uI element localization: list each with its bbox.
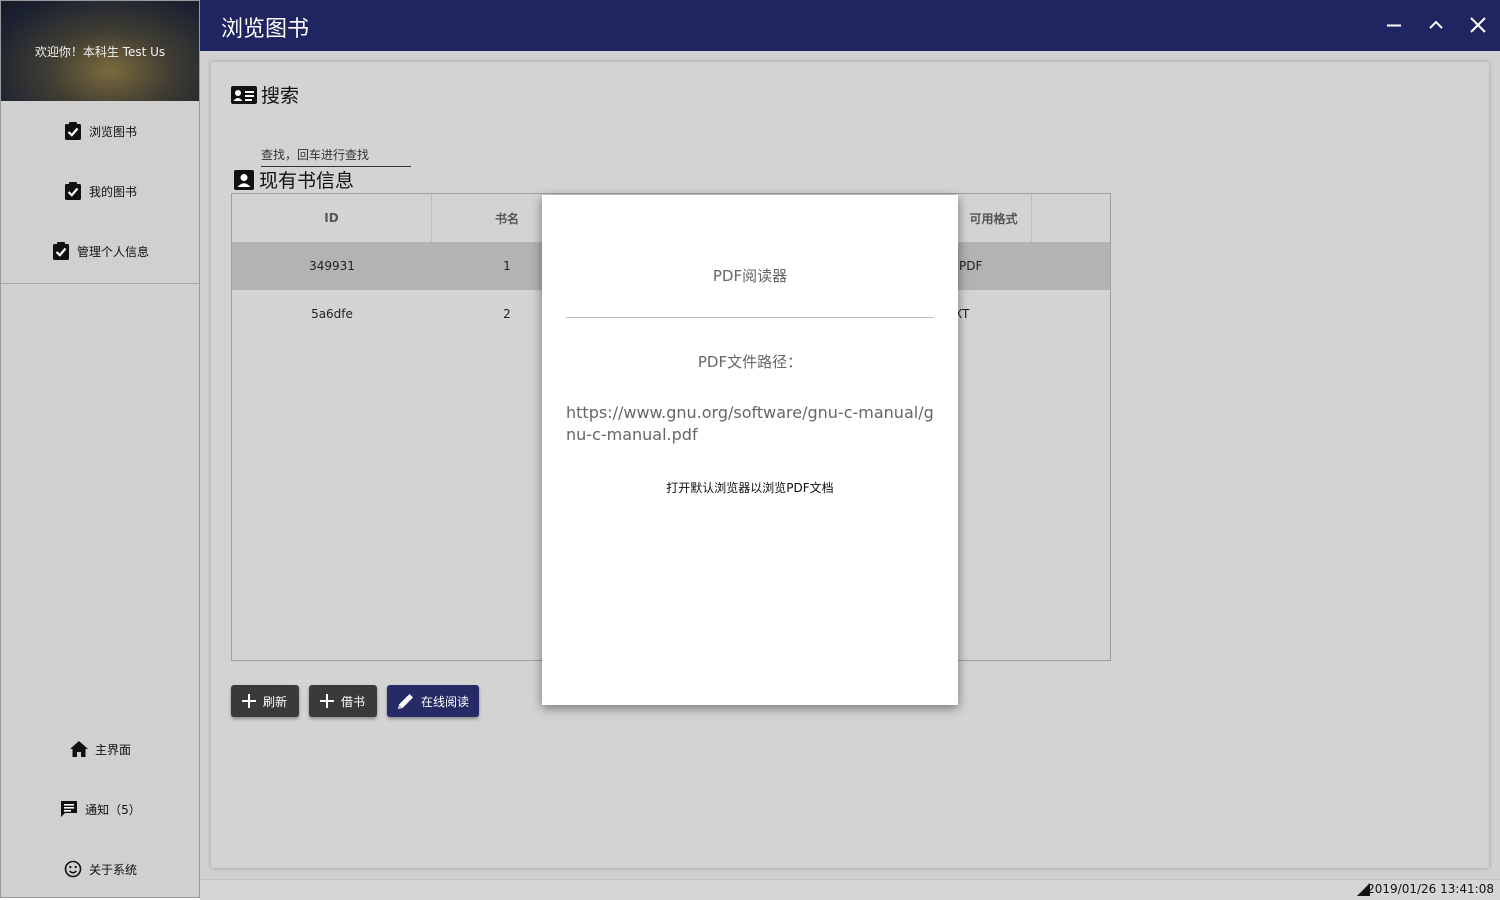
cell-id: 349931 xyxy=(309,259,355,273)
cell-format: PDF xyxy=(959,259,983,273)
minimize-icon xyxy=(1387,24,1401,27)
column-header-id[interactable]: ID xyxy=(232,194,432,242)
status-datetime: 2019/01/26 13:41:08 xyxy=(1367,882,1494,896)
close-button[interactable] xyxy=(1465,12,1491,38)
refresh-button-label: 刷新 xyxy=(263,694,288,709)
dialog-title: PDF阅读器 xyxy=(712,267,788,285)
pencil-icon xyxy=(398,694,413,709)
column-header-format[interactable]: 可用格式 xyxy=(956,194,1032,242)
status-bar: 2019/01/26 13:41:08 xyxy=(200,879,1500,900)
window-title: 浏览图书 xyxy=(221,17,310,42)
books-heading: 现有书信息 xyxy=(233,166,354,193)
id-card-icon xyxy=(231,85,257,104)
minimize-button[interactable] xyxy=(1381,12,1407,38)
message-icon xyxy=(59,799,79,819)
clipboard-check-icon xyxy=(63,121,83,141)
cell-id: 5a6dfe xyxy=(311,307,353,321)
open-in-browser-link[interactable]: 打开默认浏览器以浏览PDF文档 xyxy=(542,479,958,496)
plus-icon xyxy=(242,694,256,708)
nav-label-browse-books: 浏览图书 xyxy=(88,124,137,139)
nav-item-notifications[interactable]: 通知（5） xyxy=(1,793,199,825)
nav-item-manage-profile[interactable]: 管理个人信息 xyxy=(1,235,199,267)
close-icon xyxy=(1470,17,1486,33)
home-icon xyxy=(69,739,89,759)
borrow-button[interactable]: 借书 xyxy=(309,685,377,717)
read-online-button[interactable]: 在线阅读 xyxy=(387,685,479,717)
pdf-path-label: PDF文件路径： xyxy=(697,353,803,371)
contact-card-icon xyxy=(234,169,254,190)
dialog-divider xyxy=(566,317,934,318)
sidebar: 欢迎你！本科生 Test Us 浏览图书 我的图书 管理个人信息 主界面 通知（… xyxy=(0,0,201,898)
plus-icon xyxy=(320,694,334,708)
search-heading-label: 搜索 xyxy=(261,85,300,107)
books-heading-label: 现有书信息 xyxy=(259,170,355,192)
search-input[interactable] xyxy=(261,146,411,164)
cell-format: XT xyxy=(954,307,970,321)
maximize-button[interactable] xyxy=(1423,12,1449,38)
borrow-button-label: 借书 xyxy=(341,694,366,709)
search-heading: 搜索 xyxy=(231,81,299,108)
nav-item-my-books[interactable]: 我的图书 xyxy=(1,175,199,207)
smiley-icon xyxy=(63,859,83,879)
pdf-reader-dialog: PDF阅读器 PDF文件路径： https://www.gnu.org/soft… xyxy=(542,195,958,705)
pdf-path-value: https://www.gnu.org/software/gnu-c-manua… xyxy=(566,403,934,444)
search-field[interactable] xyxy=(261,144,411,167)
nav-item-browse-books[interactable]: 浏览图书 xyxy=(1,115,199,147)
title-bar: 浏览图书 xyxy=(200,0,1500,51)
nav-item-about[interactable]: 关于系统 xyxy=(1,853,199,885)
user-banner: 欢迎你！本科生 Test Us xyxy=(1,1,199,101)
welcome-text: 欢迎你！本科生 Test Us xyxy=(34,44,166,59)
chevron-up-icon xyxy=(1429,20,1443,29)
read-online-button-label: 在线阅读 xyxy=(421,694,470,709)
nav-item-home[interactable]: 主界面 xyxy=(1,733,199,765)
nav-label-notifications: 通知（5） xyxy=(85,802,141,817)
clipboard-check-icon xyxy=(51,241,71,261)
nav-label-my-books: 我的图书 xyxy=(88,184,137,199)
nav-label-about: 关于系统 xyxy=(88,862,137,877)
refresh-button[interactable]: 刷新 xyxy=(231,685,299,717)
clipboard-check-icon xyxy=(63,181,83,201)
nav-label-manage-profile: 管理个人信息 xyxy=(76,244,149,259)
nav-divider xyxy=(1,283,201,284)
nav-label-home: 主界面 xyxy=(94,742,131,757)
